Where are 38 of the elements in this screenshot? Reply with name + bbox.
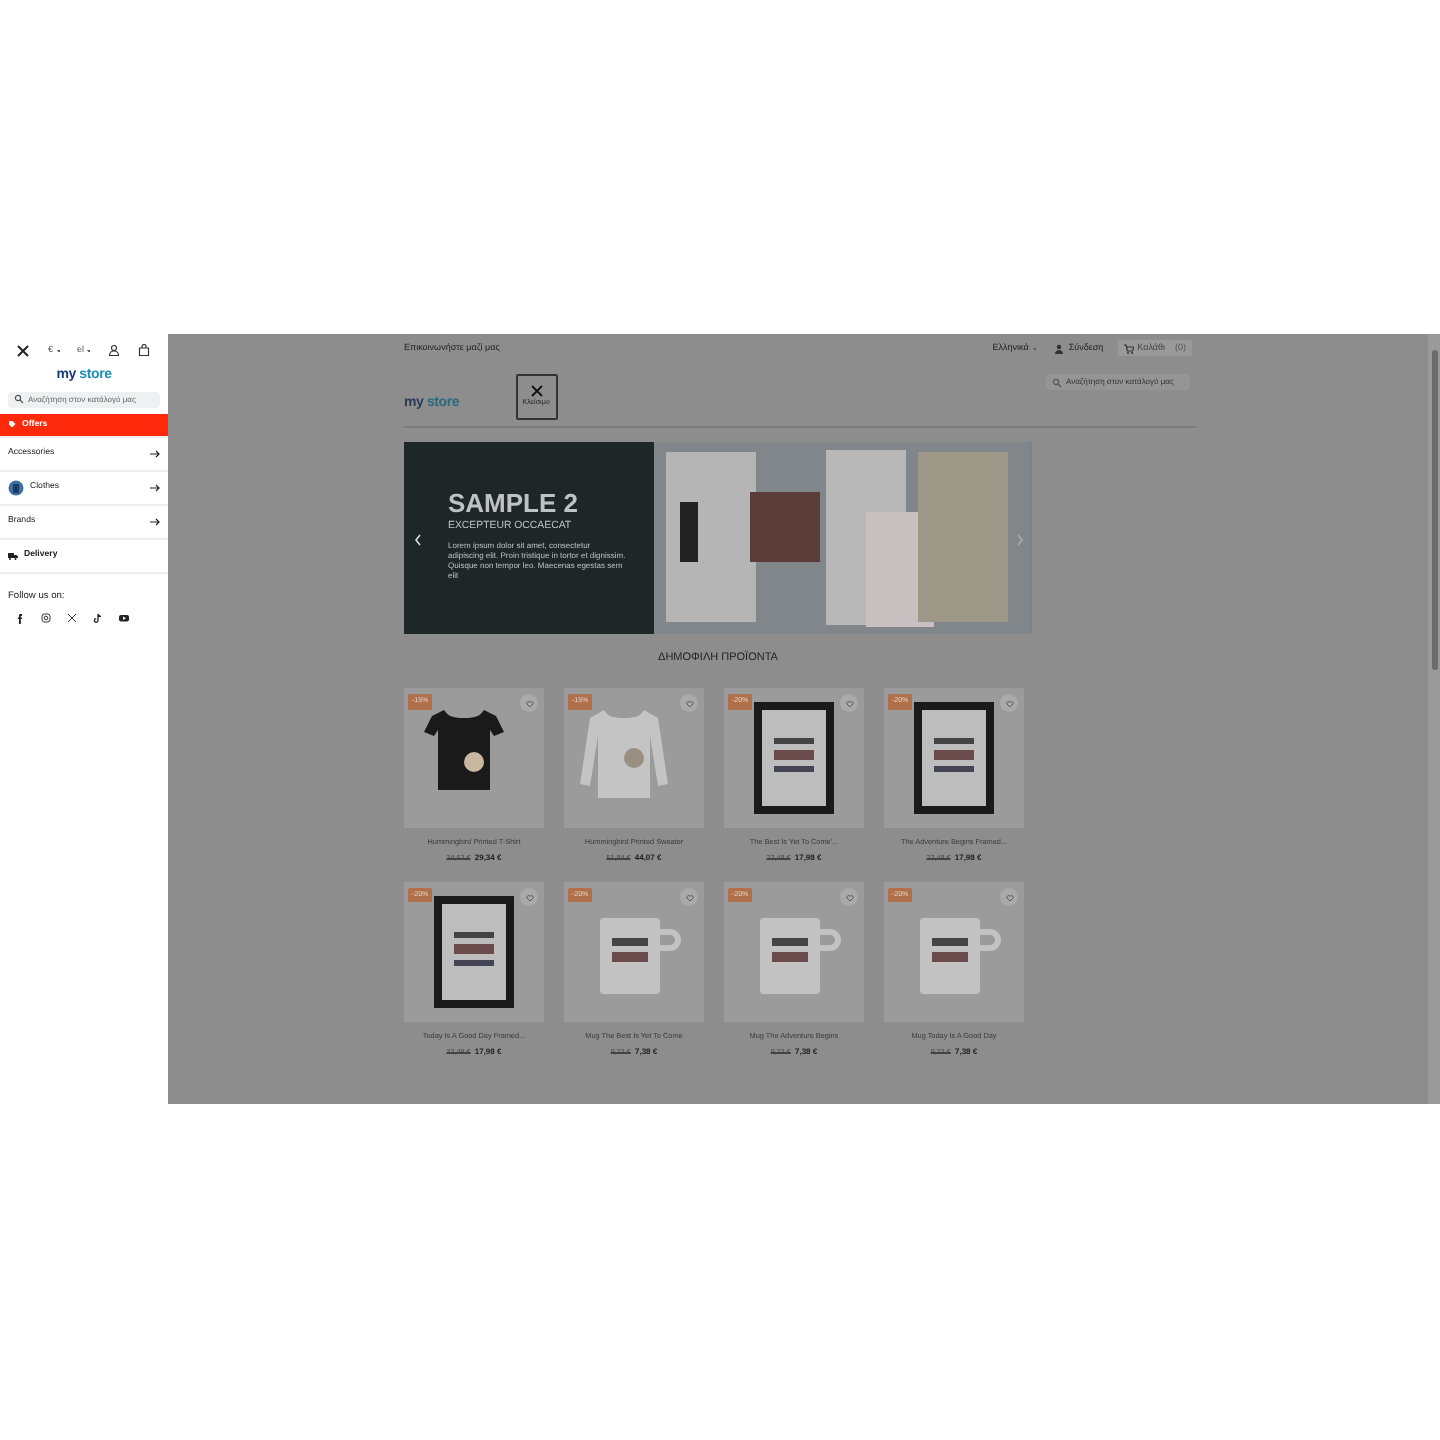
heart-icon	[685, 699, 693, 708]
wishlist-button[interactable]	[1000, 694, 1018, 713]
category-thumbnail-icon	[8, 479, 24, 495]
wishlist-button[interactable]	[840, 694, 858, 713]
scrollbar[interactable]	[1428, 334, 1440, 1104]
user-icon	[1054, 343, 1065, 353]
arrow-right-icon[interactable]	[150, 517, 160, 525]
music-note-icon[interactable]	[92, 611, 104, 624]
wishlist-button[interactable]	[520, 694, 538, 713]
heart-icon	[1005, 699, 1013, 708]
heart-icon	[525, 893, 533, 902]
heart-icon	[685, 893, 693, 902]
tag-icon	[8, 420, 16, 428]
arrow-right-icon[interactable]	[150, 449, 160, 457]
instagram-icon[interactable]	[40, 611, 52, 624]
shopping-bag-icon[interactable]	[137, 344, 150, 356]
heart-icon	[1005, 893, 1013, 902]
cart-icon	[1123, 343, 1134, 353]
video-play-icon[interactable]	[118, 611, 130, 624]
user-icon[interactable]	[107, 344, 120, 356]
chevron-left-icon[interactable]	[414, 534, 422, 546]
close-icon	[529, 383, 544, 398]
heart-icon	[845, 893, 853, 902]
wishlist-button[interactable]	[680, 888, 698, 907]
close-icon[interactable]	[16, 343, 30, 357]
banner-title: SAMPLE 2	[448, 490, 581, 516]
heart-icon	[845, 699, 853, 708]
heart-icon	[525, 699, 533, 708]
arrow-right-icon[interactable]	[150, 483, 160, 491]
wishlist-button[interactable]	[680, 694, 698, 713]
wishlist-button[interactable]	[520, 888, 538, 907]
search-icon	[1052, 377, 1062, 387]
wishlist-button[interactable]	[1000, 888, 1018, 907]
truck-icon	[8, 551, 18, 559]
search-icon	[14, 394, 24, 404]
wishlist-button[interactable]	[840, 888, 858, 907]
facebook-icon[interactable]	[14, 611, 26, 624]
x-logo-icon[interactable]	[66, 611, 78, 624]
